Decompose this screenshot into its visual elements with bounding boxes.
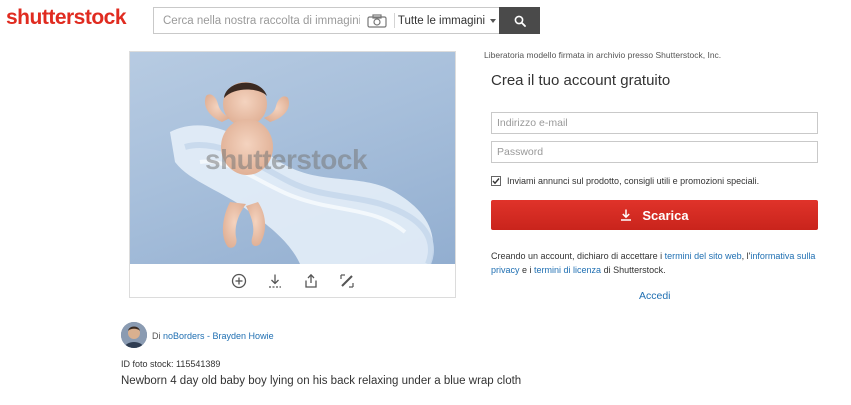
contributor-credit: Di noBorders - Brayden Howie <box>152 331 274 341</box>
terms-notice: Creando un account, dichiaro di accettar… <box>491 249 821 277</box>
stock-photo[interactable]: shutterstock <box>130 52 455 264</box>
terms-text-1: Creando un account, dichiaro di accettar… <box>491 251 665 261</box>
license-terms-link[interactable]: termini di licenza <box>534 265 601 275</box>
download-icon <box>268 274 281 288</box>
image-toolbar <box>130 264 455 298</box>
image-type-select[interactable]: Tutte le immagini <box>395 8 499 33</box>
image-type-label: Tutte le immagini <box>397 14 486 27</box>
reverse-image-search-button[interactable] <box>360 8 394 33</box>
author-prefix: Di <box>152 331 161 341</box>
password-field[interactable] <box>491 141 818 163</box>
image-preview-card: shutterstock <box>129 51 456 298</box>
contributor-avatar-image <box>121 322 147 348</box>
email-field[interactable] <box>491 112 818 134</box>
photo-description: Newborn 4 day old baby boy lying on his … <box>121 375 522 387</box>
share-button[interactable] <box>302 272 320 290</box>
download-button-label: Scarica <box>642 207 689 223</box>
search-icon <box>514 15 526 27</box>
zoom-in-icon <box>231 273 246 289</box>
terms-text-3: e i <box>519 265 535 275</box>
contributor-link[interactable]: noBorders - Brayden Howie <box>163 331 274 341</box>
download-comp-button[interactable] <box>266 272 284 290</box>
shutterstock-logo[interactable]: shutterstock <box>6 6 127 30</box>
download-icon <box>621 209 632 221</box>
promo-opt-in: Inviami annunci sul prodotto, consigli u… <box>491 176 759 186</box>
avatar[interactable] <box>121 322 147 348</box>
signup-title: Crea il tuo account gratuito <box>491 72 671 89</box>
search-input[interactable] <box>154 8 360 33</box>
model-release-note: Liberatoria modello firmata in archivio … <box>484 50 722 60</box>
promo-checkbox-label: Inviami annunci sul prodotto, consigli u… <box>507 176 760 186</box>
stock-photo-id: ID foto stock: 115541389 <box>121 359 221 369</box>
search-bar: Tutte le immagini <box>153 7 540 34</box>
edit-button[interactable] <box>338 272 356 290</box>
photo-watermark: shutterstock <box>205 144 368 175</box>
terms-text-4: di Shutterstock. <box>601 265 666 275</box>
chevron-down-icon <box>490 18 497 23</box>
download-button[interactable]: Scarica <box>491 200 818 230</box>
camera-icon <box>367 13 387 28</box>
zoom-button[interactable] <box>230 272 248 290</box>
edit-icon <box>339 274 354 288</box>
login-link[interactable]: Accedi <box>639 290 671 302</box>
search-button[interactable] <box>499 7 540 34</box>
share-icon <box>304 273 317 288</box>
checkmark-icon <box>492 178 500 185</box>
promo-checkbox[interactable] <box>491 176 501 186</box>
website-terms-link[interactable]: termini del sito web <box>665 251 742 261</box>
